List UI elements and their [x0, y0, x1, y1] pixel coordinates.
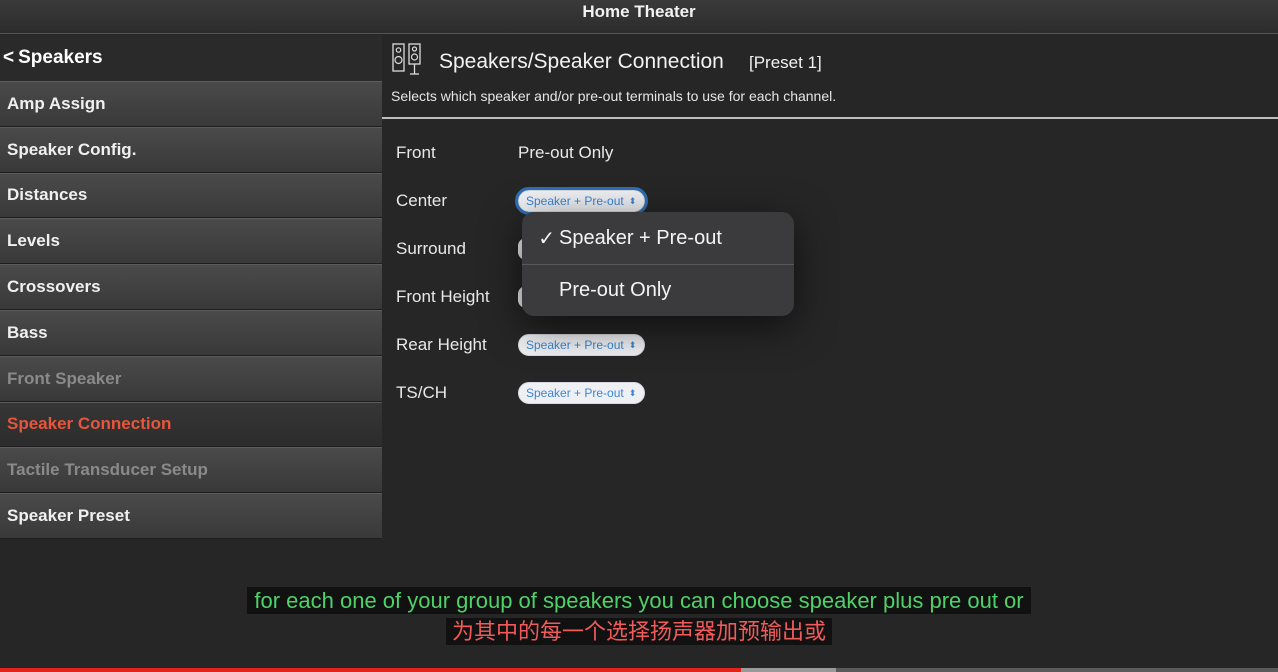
sidebar-item-label: Bass	[7, 322, 48, 342]
app-window: Home Theater < Speakers Amp Assign Speak…	[0, 0, 1278, 672]
sidebar-item-label: Amp Assign	[7, 93, 106, 113]
channel-label: Surround	[396, 239, 466, 258]
chevron-left-icon: <	[3, 47, 15, 68]
channel-row-front: Front Pre-out Only	[396, 139, 613, 167]
option-label: Pre-out Only	[559, 279, 672, 301]
sidebar-item-label: Front Speaker	[7, 368, 122, 388]
sidebar-item-label: Crossovers	[7, 277, 101, 297]
checkmark-icon: ✓	[538, 227, 555, 250]
panel-header: Speakers/Speaker Connection [Preset 1] S…	[382, 35, 1278, 119]
sidebar-item-label: Levels	[7, 231, 60, 251]
sidebar-item-front-speaker: Front Speaker	[0, 355, 382, 402]
sidebar-item-label: Tactile Transducer Setup	[7, 460, 208, 480]
channel-row-center: Center Speaker + Pre-out ⬍	[396, 187, 649, 215]
sidebar-item-label: Speaker Config.	[7, 139, 137, 159]
select-value: Speaker + Pre-out	[526, 194, 624, 208]
sidebar-item-speaker-connection[interactable]: Speaker Connection	[0, 401, 382, 448]
video-progress-bar[interactable]	[0, 668, 1278, 672]
connection-dropdown-menu: ✓ Speaker + Pre-out Pre-out Only	[522, 212, 794, 316]
select-value: Speaker + Pre-out	[526, 386, 624, 400]
channel-label: Center	[396, 191, 448, 210]
dropdown-option-pre-out-only[interactable]: Pre-out Only	[522, 264, 794, 316]
video-subtitles: for each one of your group of speakers y…	[0, 587, 1278, 645]
sidebar-item-bass[interactable]: Bass	[0, 309, 382, 356]
channel-label: Rear Height	[396, 335, 487, 354]
preset-label: [Preset 1]	[749, 53, 822, 72]
dropdown-option-speaker-pre-out[interactable]: ✓ Speaker + Pre-out	[522, 212, 794, 264]
page-description: Selects which speaker and/or pre-out ter…	[391, 88, 837, 104]
channel-label: TS/CH	[396, 383, 447, 402]
progress-buffered	[741, 668, 836, 672]
back-label: Speakers	[18, 47, 103, 68]
speakers-icon	[392, 43, 421, 75]
progress-played	[0, 668, 742, 672]
sidebar-item-label: Speaker Connection	[7, 414, 172, 434]
subtitle-english: for each one of your group of speakers y…	[247, 587, 1031, 614]
sidebar-item-crossovers[interactable]: Crossovers	[0, 264, 382, 310]
select-value: Speaker + Pre-out	[526, 338, 624, 352]
channel-label: Front Height	[396, 287, 490, 306]
sidebar-item-label: Distances	[7, 185, 88, 205]
sidebar-item-speaker-preset[interactable]: Speaker Preset	[0, 493, 382, 539]
center-connection-select[interactable]: Speaker + Pre-out ⬍	[514, 187, 649, 215]
title-bar: Home Theater	[0, 0, 1278, 34]
sidebar-item-tactile-transducer-setup: Tactile Transducer Setup	[0, 447, 382, 494]
channel-row-ts-ch: TS/CH Speaker + Pre-out ⬍	[396, 379, 646, 407]
sidebar-item-amp-assign[interactable]: Amp Assign	[0, 81, 382, 127]
page-title: Speakers/Speaker Connection	[439, 50, 724, 73]
sidebar: < Speakers Amp Assign Speaker Config. Di…	[0, 35, 382, 540]
updown-chevron-icon: ⬍	[628, 339, 637, 350]
channel-label: Front	[396, 143, 436, 162]
channel-row-front-height: Front Height	[396, 283, 526, 311]
sidebar-item-distances[interactable]: Distances	[0, 172, 382, 219]
option-label: Speaker + Pre-out	[559, 226, 722, 249]
channel-row-surround: Surround	[396, 235, 526, 263]
updown-chevron-icon: ⬍	[628, 195, 637, 206]
sidebar-item-speaker-config[interactable]: Speaker Config.	[0, 126, 382, 173]
sidebar-item-levels[interactable]: Levels	[0, 218, 382, 265]
main-panel: Speakers/Speaker Connection [Preset 1] S…	[382, 35, 1278, 540]
channel-value: Pre-out Only	[518, 143, 614, 162]
updown-chevron-icon: ⬍	[628, 387, 637, 398]
rear-height-connection-select[interactable]: Speaker + Pre-out ⬍	[518, 334, 646, 356]
subtitle-chinese: 为其中的每一个选择扬声器加预输出或	[445, 618, 832, 645]
channel-row-rear-height: Rear Height Speaker + Pre-out ⬍	[396, 331, 646, 359]
app-title: Home Theater	[582, 2, 696, 21]
sidebar-item-label: Speaker Preset	[7, 506, 130, 526]
ts-ch-connection-select[interactable]: Speaker + Pre-out ⬍	[518, 382, 646, 404]
back-button[interactable]: < Speakers	[0, 35, 382, 81]
